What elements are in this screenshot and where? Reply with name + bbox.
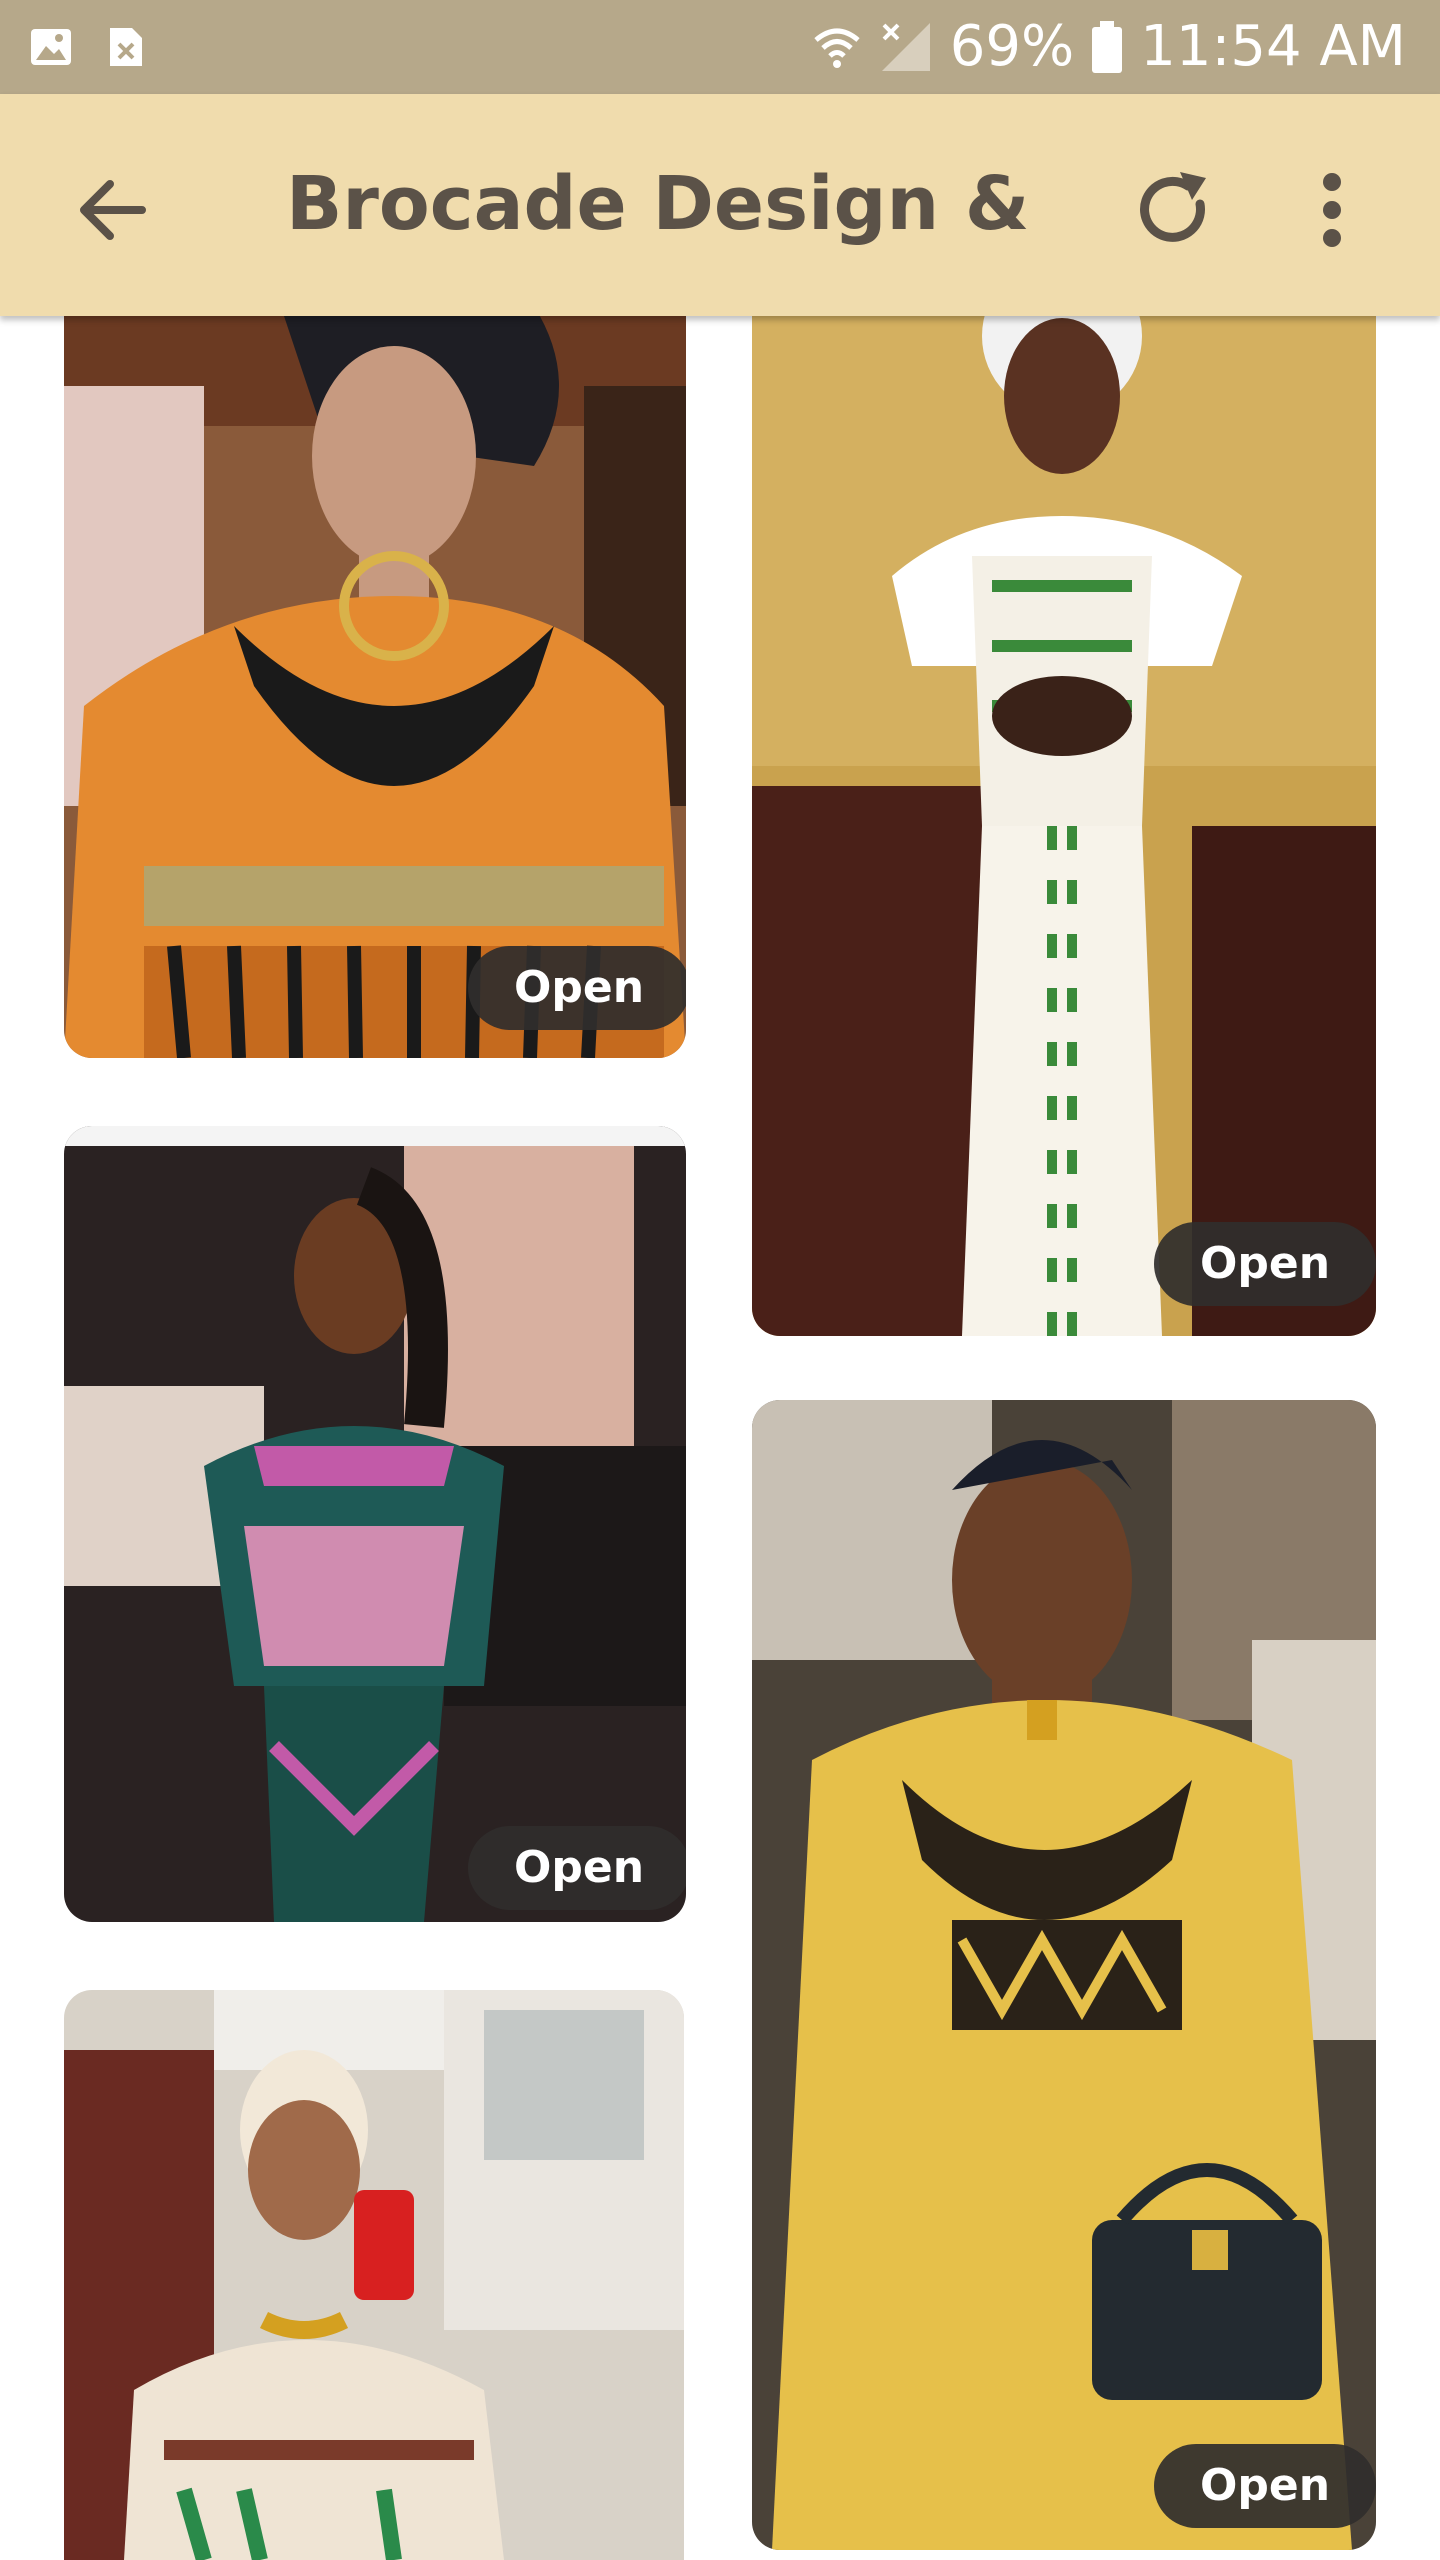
open-button[interactable]: Open [468,946,686,1030]
image-card[interactable]: Open [752,266,1376,1336]
image-icon [31,29,71,65]
dress-photo [64,1126,686,1922]
more-vert-icon[interactable] [1286,164,1378,256]
image-card[interactable]: Open [752,1400,1376,2550]
close-file-icon [110,28,142,66]
back-arrow-icon[interactable] [66,164,158,256]
battery-icon [1092,21,1123,73]
image-card[interactable] [64,1990,684,2560]
status-bar-right: 69% 11:54 AM [812,14,1406,80]
open-button[interactable]: Open [468,1826,686,1910]
refresh-icon[interactable] [1128,164,1220,256]
open-button[interactable]: Open [1154,1222,1376,1306]
open-button[interactable]: Open [1154,2444,1376,2528]
image-card[interactable]: Open [64,1126,686,1922]
dress-photo [752,266,1376,1336]
app-bar: Brocade Design & S... [0,94,1440,316]
wifi-icon [814,28,860,68]
dress-photo [64,1990,684,2560]
status-bar-left [28,24,148,70]
image-card[interactable]: Open [64,266,686,1058]
dress-photo [752,1400,1376,2550]
dress-photo [64,266,686,1058]
page-title: Brocade Design & S... [286,161,1046,247]
signal-icon [881,23,930,71]
status-bar: 69% 11:54 AM [0,0,1440,94]
battery-percent: 69% [949,14,1075,79]
clock: 11:54 AM [1140,14,1406,79]
